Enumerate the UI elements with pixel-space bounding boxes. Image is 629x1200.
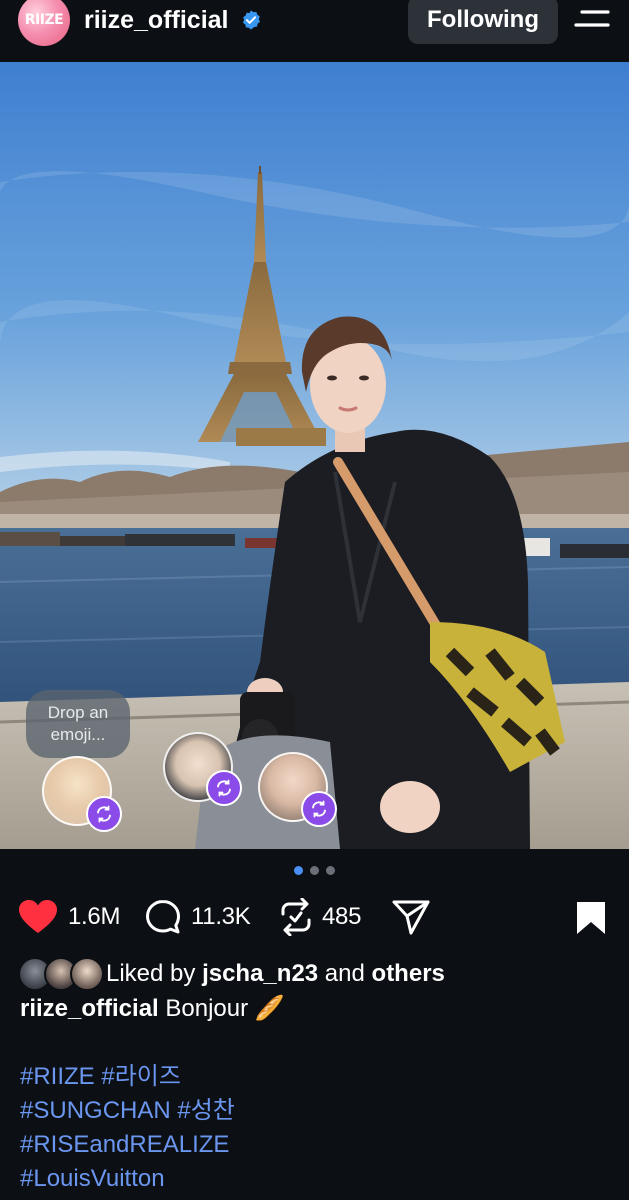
- paper-plane-icon[interactable]: [392, 899, 430, 935]
- share-action[interactable]: [392, 894, 430, 940]
- drop-emoji-prompt[interactable]: Drop an emoji...: [26, 690, 130, 758]
- profile-avatar[interactable]: RIIZE: [18, 0, 70, 46]
- hashtag-line[interactable]: #LouisVuitton: [20, 1162, 620, 1196]
- comment-count: 11.3K: [191, 903, 251, 930]
- carousel-indicator: [0, 866, 629, 880]
- action-bar: 1.6M 11.3K 485: [0, 894, 629, 940]
- repost-action[interactable]: 485: [280, 894, 361, 940]
- like-count: 1.6M: [68, 903, 121, 930]
- liked-by-user[interactable]: jscha_n23: [202, 960, 318, 987]
- liked-by-avatars: [18, 957, 106, 991]
- bookmark-filled-icon[interactable]: [575, 900, 607, 936]
- liked-by-text: Liked by jscha_n23 and others: [106, 960, 445, 988]
- like-action[interactable]: 1.6M: [18, 894, 120, 940]
- carousel-dot-active[interactable]: [294, 866, 303, 875]
- caption-emoji: 🥖: [254, 995, 285, 1022]
- liked-by-middle: and: [318, 960, 372, 987]
- hashtag-list: #RIIZE #라이즈 #SUNGCHAN #성찬 #RISEandREALIZ…: [20, 1060, 620, 1196]
- carousel-dot[interactable]: [326, 866, 335, 875]
- carousel-dot[interactable]: [310, 866, 319, 875]
- following-button[interactable]: Following: [408, 0, 558, 44]
- caption-username[interactable]: riize_official: [20, 995, 159, 1022]
- hashtag-line[interactable]: #SUNGCHAN #성찬: [20, 1094, 620, 1128]
- repost-badge-icon: [206, 770, 242, 806]
- hashtag-line[interactable]: #RIIZE #라이즈: [20, 1060, 620, 1094]
- liked-by-avatar: [70, 957, 104, 991]
- menu-icon[interactable]: [574, 6, 612, 32]
- liked-by-others[interactable]: others: [372, 960, 445, 987]
- avatar-logo-text: RIIZE: [24, 12, 64, 28]
- liked-by-row[interactable]: Liked by jscha_n23 and others: [18, 956, 445, 992]
- comment-icon[interactable]: [145, 899, 181, 935]
- comment-action[interactable]: 11.3K: [145, 894, 251, 940]
- heart-filled-icon[interactable]: [18, 899, 58, 935]
- repost-badge-icon: [301, 791, 337, 827]
- repost-count: 485: [322, 903, 362, 930]
- liked-by-prefix: Liked by: [106, 960, 203, 987]
- post-photo[interactable]: Drop an emoji...: [0, 62, 629, 849]
- post-caption: riize_official Bonjour 🥖: [20, 992, 620, 1026]
- header-username[interactable]: riize_official: [84, 4, 229, 36]
- post-header: RIIZE riize_official Following: [0, 0, 629, 62]
- verified-badge-icon: [242, 10, 260, 30]
- caption-text: Bonjour: [165, 995, 249, 1022]
- hashtag-line[interactable]: #RISEandREALIZE: [20, 1128, 620, 1162]
- repost-icon[interactable]: [280, 898, 312, 936]
- repost-badge-icon: [86, 796, 122, 832]
